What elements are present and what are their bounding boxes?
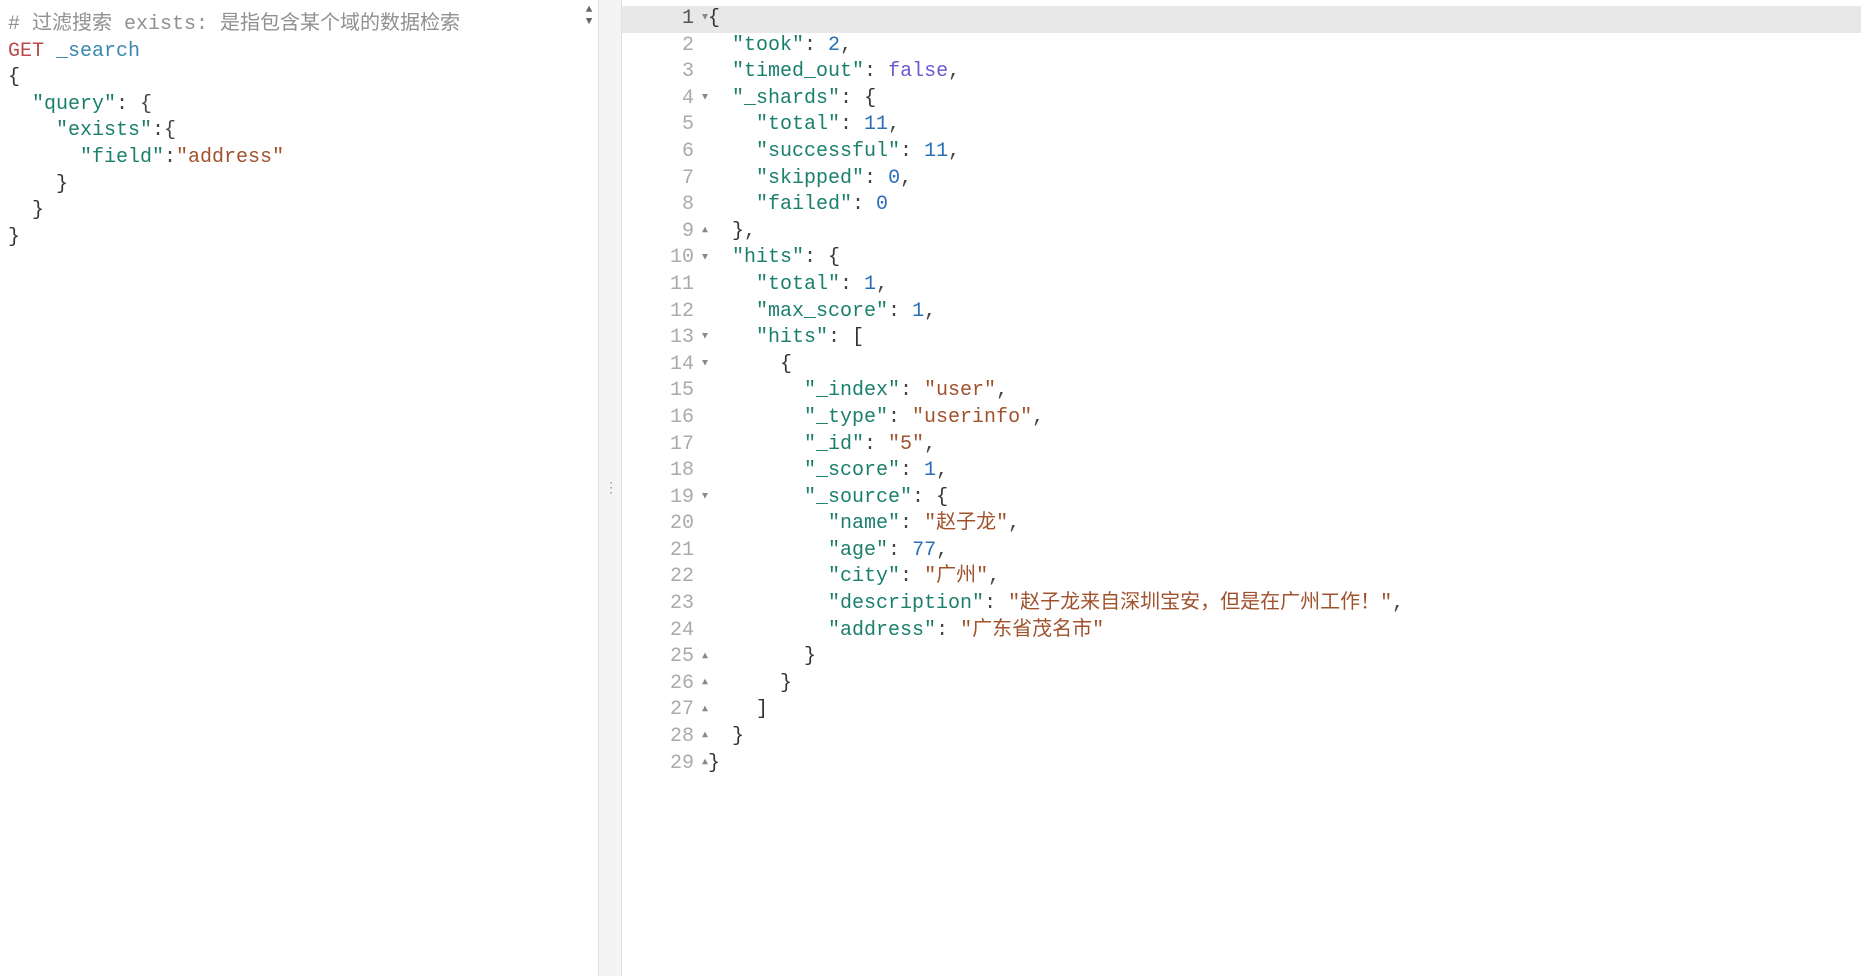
request-code[interactable]: # 过滤搜索 exists: 是指包含某个域的数据检索GET _search{ … [0, 0, 598, 263]
line-number[interactable]: 24 [622, 618, 704, 645]
line-number[interactable]: 16 [622, 405, 704, 432]
fold-open-icon[interactable]: ▼ [700, 352, 710, 379]
response-line[interactable]: }, [704, 219, 1861, 246]
fold-open-icon[interactable]: ▼ [700, 6, 710, 33]
line-number[interactable]: 20 [622, 511, 704, 538]
line-number[interactable]: 13▼ [622, 325, 704, 352]
fold-close-icon[interactable]: ▲ [700, 644, 710, 671]
response-line[interactable]: "_score": 1, [704, 458, 1861, 485]
response-line[interactable]: { [704, 6, 1861, 33]
request-editor-pane[interactable]: # 过滤搜索 exists: 是指包含某个域的数据检索GET _search{ … [0, 0, 598, 976]
line-number[interactable]: 25▲ [622, 644, 704, 671]
response-line[interactable]: "_shards": { [704, 86, 1861, 113]
response-line[interactable]: "failed": 0 [704, 192, 1861, 219]
response-line[interactable]: } [704, 724, 1861, 751]
line-number[interactable]: 27▲ [622, 697, 704, 724]
fold-close-icon[interactable]: ▲ [700, 751, 710, 778]
response-line[interactable]: "_index": "user", [704, 378, 1861, 405]
fold-open-icon[interactable]: ▼ [700, 325, 710, 352]
request-line[interactable]: "query": { [8, 92, 590, 119]
response-line[interactable]: "hits": { [704, 245, 1861, 272]
request-line[interactable]: "exists":{ [8, 118, 590, 145]
scroll-up-icon[interactable]: ▲ [586, 4, 593, 16]
line-number[interactable]: 11 [622, 272, 704, 299]
line-number-gutter[interactable]: 1▼234▼56789▲10▼111213▼14▼1516171819▼2021… [622, 0, 704, 976]
line-number[interactable]: 2 [622, 33, 704, 60]
request-line[interactable]: } [8, 225, 590, 252]
request-line[interactable]: } [8, 198, 590, 225]
response-line[interactable]: "hits": [ [704, 325, 1861, 352]
scroll-down-icon[interactable]: ▼ [586, 16, 593, 28]
fold-close-icon[interactable]: ▲ [700, 724, 710, 751]
response-line[interactable]: ] [704, 697, 1861, 724]
fold-close-icon[interactable]: ▲ [700, 219, 710, 246]
response-line[interactable]: } [704, 671, 1861, 698]
line-number[interactable]: 5 [622, 112, 704, 139]
response-line[interactable]: "total": 1, [704, 272, 1861, 299]
response-line[interactable]: "age": 77, [704, 538, 1861, 565]
drag-handle-icon[interactable]: ⋮ [604, 480, 616, 497]
fold-open-icon[interactable]: ▼ [700, 245, 710, 272]
fold-close-icon[interactable]: ▲ [700, 671, 710, 698]
response-line[interactable]: "address": "广东省茂名市" [704, 618, 1861, 645]
response-line[interactable]: "total": 11, [704, 112, 1861, 139]
request-line[interactable]: { [8, 65, 590, 92]
line-number[interactable]: 18 [622, 458, 704, 485]
fold-open-icon[interactable]: ▼ [700, 485, 710, 512]
response-line[interactable]: "skipped": 0, [704, 166, 1861, 193]
response-line[interactable]: } [704, 644, 1861, 671]
line-number[interactable]: 4▼ [622, 86, 704, 113]
line-number[interactable]: 17 [622, 432, 704, 459]
fold-close-icon[interactable]: ▲ [700, 697, 710, 724]
response-line[interactable]: { [704, 352, 1861, 379]
response-line[interactable]: "timed_out": false, [704, 59, 1861, 86]
response-code[interactable]: { "took": 2, "timed_out": false, "_shard… [704, 0, 1861, 976]
request-line[interactable]: "field":"address" [8, 145, 590, 172]
line-number[interactable]: 12 [622, 299, 704, 326]
line-number[interactable]: 28▲ [622, 724, 704, 751]
line-number[interactable]: 14▼ [622, 352, 704, 379]
line-number[interactable]: 15 [622, 378, 704, 405]
line-number[interactable]: 8 [622, 192, 704, 219]
response-line[interactable]: "_source": { [704, 485, 1861, 512]
line-number[interactable]: 9▲ [622, 219, 704, 246]
request-line[interactable]: } [8, 172, 590, 199]
line-number[interactable]: 3 [622, 59, 704, 86]
line-number[interactable]: 23 [622, 591, 704, 618]
response-line[interactable]: "_type": "userinfo", [704, 405, 1861, 432]
request-line[interactable]: # 过滤搜索 exists: 是指包含某个域的数据检索 [8, 12, 590, 39]
line-number[interactable]: 6 [622, 139, 704, 166]
scroll-arrows: ▲ ▼ [580, 0, 598, 28]
response-line[interactable]: "took": 2, [704, 33, 1861, 60]
line-number[interactable]: 1▼ [622, 6, 704, 33]
response-line[interactable]: "city": "广州", [704, 564, 1861, 591]
response-line[interactable]: "max_score": 1, [704, 299, 1861, 326]
line-number[interactable]: 10▼ [622, 245, 704, 272]
response-line[interactable]: "successful": 11, [704, 139, 1861, 166]
response-line[interactable]: "description": "赵子龙来自深圳宝安，但是在广州工作！", [704, 591, 1861, 618]
response-line[interactable]: "name": "赵子龙", [704, 511, 1861, 538]
request-line[interactable]: GET _search [8, 39, 590, 66]
response-line[interactable]: "_id": "5", [704, 432, 1861, 459]
pane-divider[interactable]: ⋮ [598, 0, 622, 976]
line-number[interactable]: 29▲ [622, 751, 704, 778]
line-number[interactable]: 19▼ [622, 485, 704, 512]
fold-open-icon[interactable]: ▼ [700, 86, 710, 113]
line-number[interactable]: 26▲ [622, 671, 704, 698]
response-line[interactable]: } [704, 751, 1861, 778]
response-pane: 1▼234▼56789▲10▼111213▼14▼1516171819▼2021… [622, 0, 1861, 976]
line-number[interactable]: 22 [622, 564, 704, 591]
line-number[interactable]: 21 [622, 538, 704, 565]
line-number[interactable]: 7 [622, 166, 704, 193]
